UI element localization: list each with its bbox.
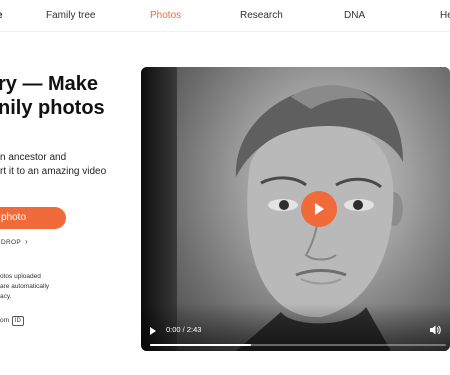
nav-item-dna[interactable]: DNA bbox=[344, 10, 365, 22]
privacy-note: otos uploaded are automatically acy. bbox=[0, 272, 140, 302]
badge-text: om bbox=[0, 317, 10, 324]
time-display: 0:00 / 2:43 bbox=[166, 325, 202, 334]
video-controls: 0:00 / 2:43 bbox=[141, 311, 450, 351]
drag-drop-link[interactable]: DROP › bbox=[1, 237, 28, 246]
top-nav: e Family tree Photos Research DNA He bbox=[0, 0, 450, 32]
hero-title-line: nily photos bbox=[0, 97, 105, 119]
privacy-line: are automatically bbox=[0, 283, 50, 290]
privacy-line: acy. bbox=[0, 293, 12, 300]
certification-badge: om ID bbox=[0, 316, 24, 326]
chevron-right-icon: › bbox=[24, 237, 28, 246]
nav-item-family-tree[interactable]: Family tree bbox=[46, 10, 95, 22]
progress-fill bbox=[150, 344, 251, 346]
progress-bar[interactable] bbox=[150, 344, 446, 346]
play-icon bbox=[315, 203, 324, 215]
hero-subtitle-line: n ancestor and bbox=[0, 152, 67, 163]
hero-subtitle-line: rt it to an amazing video bbox=[0, 166, 107, 177]
hero-subtitle: n ancestor and rt it to an amazing video bbox=[0, 151, 140, 179]
nav-item-help[interactable]: He bbox=[440, 10, 450, 22]
hero-title: ry — Make nily photos bbox=[0, 72, 138, 120]
nav-item-research[interactable]: Research bbox=[240, 10, 283, 22]
upload-photo-button[interactable]: photo bbox=[0, 207, 66, 229]
privacy-line: otos uploaded bbox=[0, 273, 41, 280]
small-play-icon[interactable] bbox=[150, 327, 156, 335]
volume-icon[interactable] bbox=[429, 324, 441, 336]
play-button[interactable] bbox=[301, 191, 337, 227]
logo-text[interactable]: e bbox=[0, 10, 3, 22]
video-player[interactable]: 0:00 / 2:43 bbox=[141, 67, 450, 351]
badge-id-icon: ID bbox=[11, 316, 24, 326]
hero-title-line: ry — Make bbox=[0, 73, 99, 95]
drop-label: DROP bbox=[1, 239, 21, 246]
nav-item-photos[interactable]: Photos bbox=[150, 10, 181, 22]
